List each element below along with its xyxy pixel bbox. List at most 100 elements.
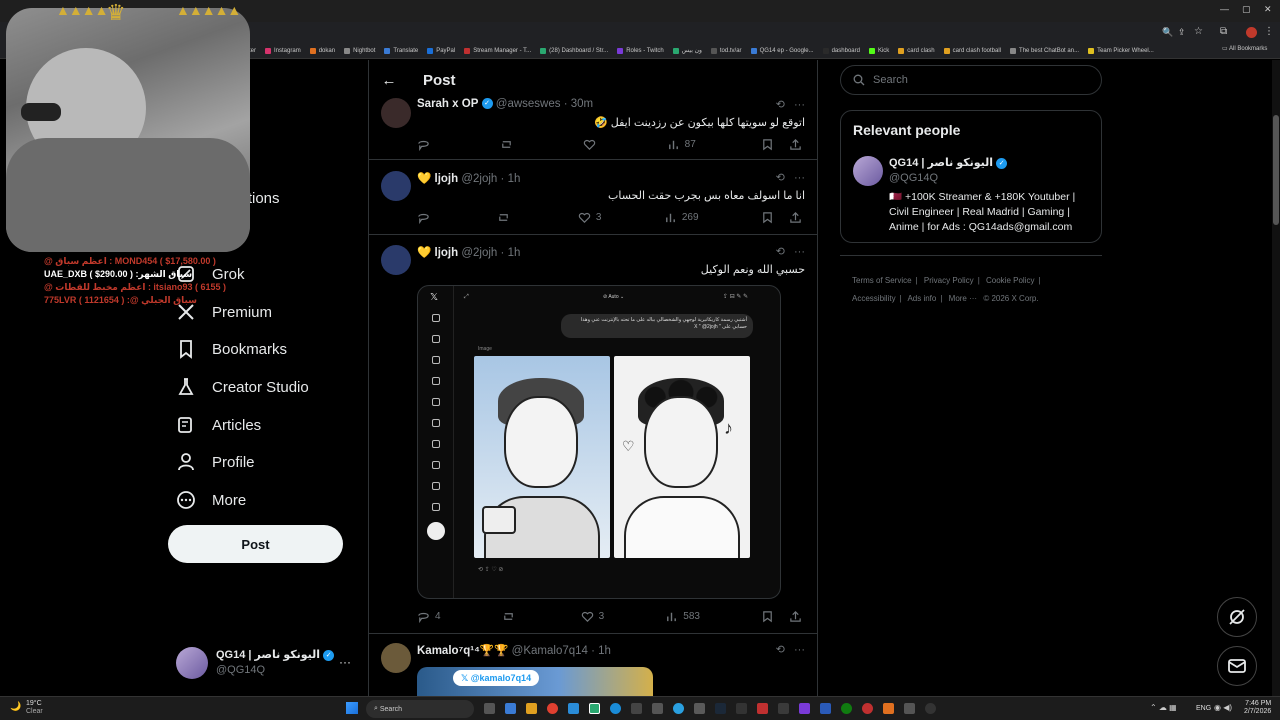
share-icon[interactable]: ⇪ (1178, 27, 1186, 38)
bookmark-item[interactable]: The best ChatBot an... (1010, 47, 1079, 54)
xbox-icon[interactable] (841, 703, 852, 714)
tweet[interactable]: 💛 ljojh @2jojh · 1h ⟲ ··· حسبي الله ونعم… (369, 236, 817, 634)
cookie-link[interactable]: Cookie Policy (986, 276, 1034, 285)
more-link[interactable]: More ··· (949, 294, 977, 303)
tweet-image[interactable]: 𝕏 ⤢ ⊘ Auto ⌄ ⇪ ⊟ ✎ ✎ أشتبي رسمة كاريكاتي… (417, 285, 781, 599)
nav-profile[interactable]: Profile (176, 447, 255, 477)
app-icon[interactable] (883, 703, 894, 714)
tweet-tools[interactable]: ⟲ ··· (776, 171, 805, 184)
app-icon[interactable] (925, 703, 936, 714)
bookmark-item[interactable]: Roles - Twitch (617, 47, 664, 54)
tweet-tools[interactable]: ⟲ ··· (776, 245, 805, 258)
close-icon[interactable]: ✕ (1264, 4, 1272, 15)
bookmark-item[interactable]: card clash football (943, 47, 1001, 54)
ads-info-link[interactable]: Ads info (907, 294, 936, 303)
repost-button[interactable] (500, 138, 518, 151)
avatar[interactable] (853, 156, 883, 186)
reply-button[interactable] (417, 211, 435, 224)
clock[interactable]: 7:46 PM 2/7/2026 (1244, 700, 1271, 716)
steam-icon[interactable] (715, 703, 726, 714)
bookmark-item[interactable]: PayPal (427, 47, 455, 54)
app-icon[interactable] (652, 703, 663, 714)
bookmark-button[interactable] (761, 211, 807, 224)
telegram-icon[interactable] (673, 703, 684, 714)
repost-button[interactable] (497, 211, 515, 224)
weather-widget[interactable]: 19°C Clear (26, 700, 43, 716)
grok-float-button[interactable] (1217, 597, 1257, 637)
bookmark-item[interactable]: Kick (868, 47, 889, 54)
nav-more[interactable]: More (176, 485, 246, 515)
tweet-tools[interactable]: ⟲ ··· (776, 643, 805, 656)
messages-float-button[interactable] (1217, 646, 1257, 686)
chrome-icon[interactable] (547, 703, 558, 714)
app-icon[interactable] (694, 703, 705, 714)
bookmark-item[interactable]: Nightbot (344, 47, 375, 54)
minimize-icon[interactable]: — (1220, 4, 1229, 14)
bookmark-item[interactable]: dashboard (822, 47, 860, 54)
tray-icons[interactable]: ⌃ ☁ ▦ (1150, 703, 1177, 712)
maximize-icon[interactable]: ▢ (1242, 4, 1251, 15)
app-icon[interactable] (904, 703, 915, 714)
bookmark-item[interactable]: Team Picker Wheel... (1088, 47, 1154, 54)
search-input[interactable]: Search (840, 65, 1102, 95)
reply-button[interactable] (417, 138, 435, 151)
language-indicator[interactable]: ENG (1196, 705, 1211, 712)
share-icon[interactable] (789, 211, 802, 224)
post-button[interactable]: Post (168, 525, 343, 563)
bookmark-item[interactable]: dokan (309, 47, 335, 54)
bookmark-item[interactable]: Stream Manager - T... (464, 47, 531, 54)
share-icon[interactable] (789, 610, 802, 623)
nav-bookmarks[interactable]: Bookmarks (176, 334, 287, 364)
views-button[interactable]: 269 (664, 211, 699, 224)
like-button[interactable]: 3 (578, 211, 601, 224)
edge-icon[interactable] (610, 703, 621, 714)
share-icon[interactable] (789, 138, 802, 151)
bookmark-item[interactable]: Instagram (265, 47, 301, 54)
task-view-icon[interactable] (484, 703, 495, 714)
bookmark-item[interactable]: tod.tv/ar (710, 47, 742, 54)
folder-icon[interactable] (526, 703, 537, 714)
app-icon[interactable] (631, 703, 642, 714)
star-icon[interactable]: ☆ (1194, 26, 1203, 37)
app-icon[interactable] (736, 703, 747, 714)
app-icon[interactable] (799, 703, 810, 714)
like-button[interactable] (583, 138, 601, 151)
bookmark-item[interactable]: (28) Dashboard / Str... (540, 47, 608, 54)
scrollbar[interactable] (1272, 60, 1280, 696)
app-icon[interactable] (778, 703, 789, 714)
tweet-tools[interactable]: ⟲ ··· (776, 98, 805, 111)
like-button[interactable]: 3 (581, 610, 604, 623)
privacy-link[interactable]: Privacy Policy (924, 276, 974, 285)
bookmark-button[interactable] (761, 610, 807, 623)
app-icon[interactable] (568, 703, 579, 714)
person-name-row[interactable]: QG14 | اليونكو ناصر ✓ (889, 156, 1008, 169)
reply-button[interactable]: 4 (417, 610, 441, 623)
accessibility-link[interactable]: Accessibility (852, 294, 896, 303)
windows-start-icon[interactable] (346, 702, 358, 714)
tweet[interactable]: Kamalo⁷q¹⁴🏆🏆 @Kamalo7q14 · 1h ⟲ ··· 𝕏 @k… (369, 635, 817, 700)
account-more-icon[interactable]: ··· (339, 655, 351, 669)
scrollbar-thumb[interactable] (1273, 115, 1279, 225)
views-button[interactable]: 583 (665, 610, 700, 623)
network-volume-icons[interactable]: ◉ ◀) (1214, 703, 1232, 712)
app-icon[interactable] (589, 703, 600, 714)
bookmark-item[interactable]: Translate (384, 47, 418, 54)
profile-icon[interactable] (1246, 27, 1257, 38)
account-switcher[interactable]: QG14 | اليونكو ناصر ✓ @QG14Q ··· (176, 645, 356, 681)
terms-link[interactable]: Terms of Service (852, 276, 912, 285)
bookmark-item[interactable]: QG14 ep - Google... (750, 47, 814, 54)
bookmark-item[interactable]: ون بيس (672, 47, 702, 54)
nav-creator-studio[interactable]: Creator Studio (176, 372, 309, 402)
zoom-icon[interactable]: 🔍 (1162, 27, 1173, 38)
app-icon[interactable] (757, 703, 768, 714)
views-button[interactable]: 87 (667, 138, 696, 151)
nav-articles[interactable]: Articles (176, 410, 261, 440)
app-icon[interactable] (862, 703, 873, 714)
extensions-icon[interactable]: ⧉ (1220, 26, 1227, 37)
tweet[interactable]: 💛 ljojh @2jojh · 1h ⟲ ··· انا ما اسولف م… (369, 161, 817, 235)
bookmark-button[interactable] (761, 138, 807, 151)
tweet[interactable]: Sarah x OP ✓ @awseswes · 30m ⟲ ··· اتوقع… (369, 96, 817, 160)
repost-button[interactable] (502, 610, 520, 623)
taskbar-search[interactable]: ⌕ Search (366, 700, 474, 718)
all-bookmarks[interactable]: ▭ All Bookmarks (1222, 45, 1267, 52)
